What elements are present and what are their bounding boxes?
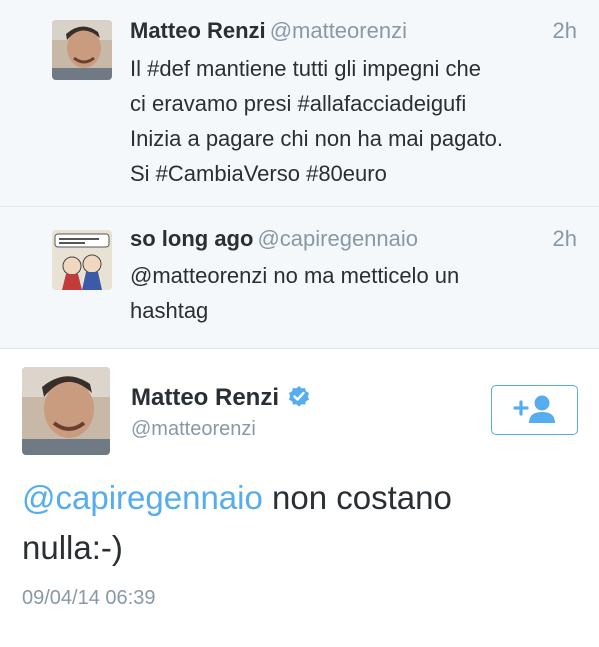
main-tweet: Matteo Renzi @matteorenzi @capiregennaio… xyxy=(0,349,599,647)
verified-badge-icon xyxy=(287,384,311,415)
avatar[interactable] xyxy=(52,20,112,80)
mention-link[interactable]: @capiregennaio xyxy=(22,479,263,516)
tweet-text-line: @matteorenzi no ma metticelo un xyxy=(130,263,460,288)
tweet-text: @capiregennaio non costano nulla:-) xyxy=(22,473,577,573)
user-handle[interactable]: @matteorenzi xyxy=(131,416,256,442)
follow-button[interactable] xyxy=(491,385,578,435)
tweet-text-line: nulla:-) xyxy=(22,529,123,566)
tweet-text-span: non costano xyxy=(262,479,452,516)
tweet-text-line: Inizia a pagare chi non ha mai pagato. xyxy=(130,126,504,151)
tweet-text-line: ci eravamo presi #allafacciadeigufi xyxy=(130,91,467,116)
tweet-text-line: @capiregennaio non costano xyxy=(22,473,577,523)
timestamp: 2h xyxy=(552,226,577,251)
tweet-text-line: Si #CambiaVerso #80euro xyxy=(130,161,387,186)
user-name-text: Matteo Renzi xyxy=(131,384,280,411)
tweet-text: @matteorenzi no ma metticelo un hashtag xyxy=(130,258,577,328)
timestamp: 2h xyxy=(552,18,577,43)
add-user-icon xyxy=(512,393,558,428)
user-handle[interactable]: @capiregennaio xyxy=(257,226,418,251)
tweet-text: Il #def mantiene tutti gli impegni che c… xyxy=(130,51,577,191)
tweet-text-line: hashtag xyxy=(130,298,209,323)
avatar[interactable] xyxy=(22,367,110,455)
tweet-header: so long ago @capiregennaio 2h xyxy=(130,226,577,252)
tweet-text-line: Il #def mantiene tutti gli impegni che xyxy=(130,56,481,81)
tweet-item[interactable]: so long ago @capiregennaio 2h @matteorenz… xyxy=(0,207,599,349)
user-name[interactable]: Matteo Renzi xyxy=(131,384,311,415)
user-handle[interactable]: @matteorenzi xyxy=(270,18,407,43)
avatar[interactable] xyxy=(52,230,112,290)
user-name[interactable]: Matteo Renzi xyxy=(130,18,266,43)
timestamp: 09/04/14 06:39 xyxy=(22,587,156,609)
user-name[interactable]: so long ago xyxy=(130,226,253,251)
tweet-header: Matteo Renzi @matteorenzi 2h xyxy=(130,18,577,44)
tweet-item[interactable]: Matteo Renzi @matteorenzi 2h Il #def mant… xyxy=(0,0,599,207)
